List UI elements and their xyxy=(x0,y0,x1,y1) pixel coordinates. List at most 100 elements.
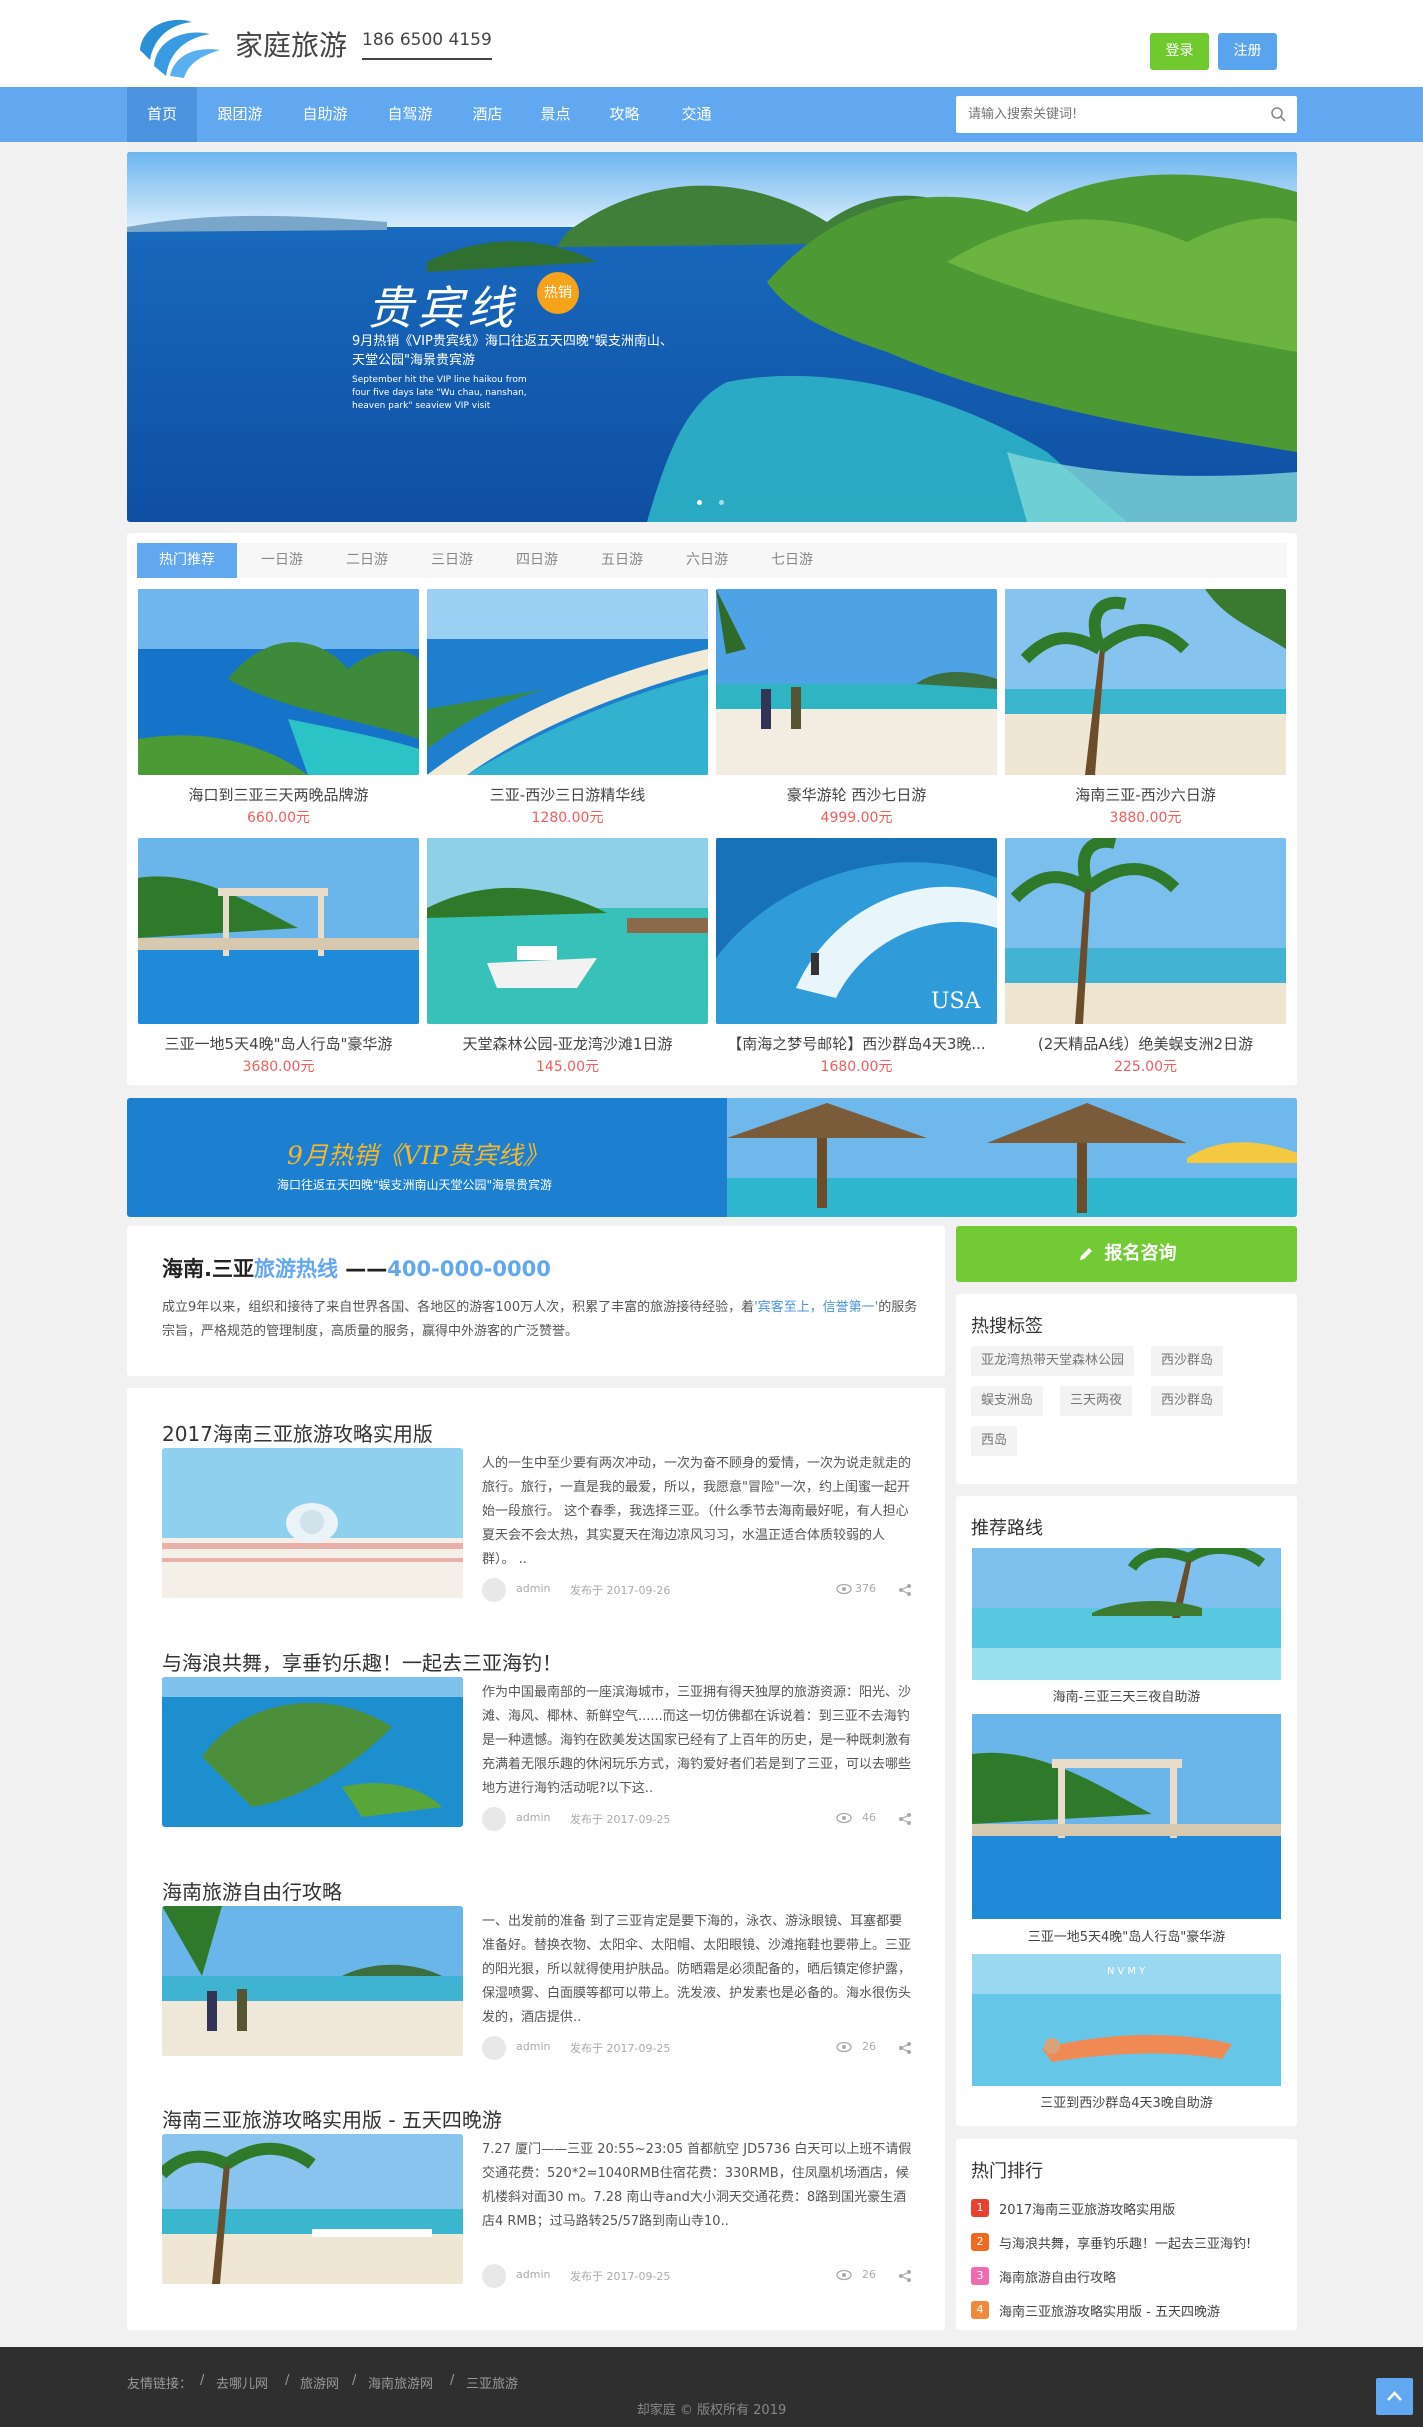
tab-seven-day[interactable]: 七日游 xyxy=(757,543,827,578)
ranking-item[interactable]: 1 2017海南三亚旅游攻略实用版 xyxy=(971,2197,1291,2219)
nav-item-scenic[interactable]: 景点 xyxy=(533,87,578,142)
friend-link[interactable]: 三亚旅游 xyxy=(466,2373,518,2392)
tab-bar: 热门推荐 一日游 二日游 三日游 四日游 五日游 六日游 七日游 xyxy=(137,543,1287,578)
ranking-item-title[interactable]: 海南旅游自由行攻略 xyxy=(999,2267,1116,2286)
product-price: 1280.00元 xyxy=(531,810,604,826)
hotline-text-a: 成立9年以来，组织和接待了来自世界各国、各地区的游客100万人次，积累了丰富的旅… xyxy=(162,1300,755,1315)
product-image xyxy=(427,838,708,1024)
product-card[interactable]: 豪华游轮 西沙七日游 4999.00元 xyxy=(716,589,997,827)
friend-link[interactable]: 海南旅游网 xyxy=(368,2373,433,2392)
tag-item[interactable]: 蜈支洲岛 xyxy=(971,1386,1044,1416)
tab-two-day[interactable]: 二日游 xyxy=(332,543,402,578)
article-title[interactable]: 2017海南三亚旅游攻略实用版 xyxy=(162,1418,433,1447)
search-input[interactable] xyxy=(968,96,1258,133)
friend-link[interactable]: 旅游网 xyxy=(300,2373,339,2392)
tab-one-day[interactable]: 一日游 xyxy=(247,543,317,578)
friend-link[interactable]: 去哪儿网 xyxy=(216,2373,268,2392)
nav-item-self-tour[interactable]: 自助游 xyxy=(295,87,355,142)
tag-item[interactable]: 亚龙湾热带天堂森林公园 xyxy=(971,1346,1135,1376)
ranking-item[interactable]: 4 海南三亚旅游攻略实用版 - 五天四晚游 xyxy=(971,2299,1291,2321)
tab-three-day[interactable]: 三日游 xyxy=(417,543,487,578)
article-image[interactable] xyxy=(162,1448,463,1598)
ranking-item[interactable]: 2 与海浪共舞，享垂钓乐趣！一起去三亚海钓! xyxy=(971,2231,1291,2253)
product-image: USA xyxy=(716,838,997,1024)
recommended-item[interactable]: 三亚一地5天4晚"岛人行岛"豪华游 xyxy=(972,1714,1281,1954)
article-title[interactable]: 海南三亚旅游攻略实用版 - 五天四晚游 xyxy=(162,2104,502,2133)
product-card[interactable]: 海南三亚-西沙六日游 3880.00元 xyxy=(1005,589,1286,827)
tab-four-day[interactable]: 四日游 xyxy=(502,543,572,578)
hero-banner[interactable]: 贵宾线 热销 9月热销《VIP贵宾线》海口往返五天四晚"蜈支洲南山、天堂公园"海… xyxy=(127,152,1297,522)
recommended-item[interactable]: 海南-三亚三天三夜自助游 xyxy=(972,1543,1281,1708)
tab-six-day[interactable]: 六日游 xyxy=(672,543,742,578)
hotline-name: 海南.三亚 xyxy=(162,1257,254,1281)
tag-item[interactable]: 西沙群岛 xyxy=(1151,1386,1224,1416)
hotline-text-motto: '宾客至上，信誉第一' xyxy=(754,1300,879,1315)
vip-banner[interactable]: 9月热销《VIP贵宾线》 海口往返五天四晚"蜈支洲南山天堂公园"海景贵宾游 xyxy=(127,1098,1297,1217)
nav-item-home[interactable]: 首页 xyxy=(127,87,197,142)
tag-item[interactable]: 三天两夜 xyxy=(1060,1386,1133,1416)
tab-five-day[interactable]: 五日游 xyxy=(587,543,657,578)
article-title[interactable]: 海南旅游自由行攻略 xyxy=(162,1876,342,1905)
share-icon[interactable] xyxy=(898,2041,912,2055)
product-card[interactable]: 天堂森林公园-亚龙湾沙滩1日游 145.00元 xyxy=(427,838,708,1076)
share-icon[interactable] xyxy=(898,1812,912,1826)
product-card[interactable]: 三亚一地5天4晚"岛人行岛"豪华游 3680.00元 xyxy=(138,838,419,1076)
article-author[interactable]: admin xyxy=(516,1811,550,1824)
share-icon[interactable] xyxy=(898,1583,912,1597)
tag-item[interactable]: 西岛 xyxy=(971,1426,1018,1456)
article-item: 海南旅游自由行攻略 一、出发前的准备 到了三亚肯定是要下海的，泳衣、游泳眼镜、耳… xyxy=(162,1876,912,2086)
article-views: 26 xyxy=(862,2040,876,2053)
consult-button[interactable]: 报名咨询 xyxy=(956,1226,1297,1282)
article-title[interactable]: 与海浪共舞，享垂钓乐趣！一起去三亚海钓！ xyxy=(162,1647,562,1676)
carousel-dot[interactable] xyxy=(719,500,724,505)
article-author[interactable]: admin xyxy=(516,2040,550,2053)
nav-item-drive-tour[interactable]: 自驾游 xyxy=(380,87,440,142)
product-card[interactable]: (2天精品A线）绝美蜈支洲2日游 225.00元 xyxy=(1005,838,1286,1076)
product-title[interactable]: 三亚-西沙三日游精华线 xyxy=(427,784,708,805)
article-image[interactable] xyxy=(162,2134,463,2284)
product-title[interactable]: 【南海之梦号邮轮】西沙群岛4天3晚... xyxy=(716,1033,997,1054)
hotline-heading: 海南.三亚旅游热线 ——400-000-0000 xyxy=(162,1253,551,1283)
search-icon[interactable] xyxy=(1270,106,1287,123)
share-icon[interactable] xyxy=(898,2269,912,2283)
product-title[interactable]: 三亚一地5天4晚"岛人行岛"豪华游 xyxy=(138,1033,419,1054)
article-image[interactable] xyxy=(162,1906,463,2056)
carousel-dot[interactable] xyxy=(697,500,702,505)
nav-item-guide[interactable]: 攻略 xyxy=(602,87,647,142)
product-title[interactable]: 天堂森林公园-亚龙湾沙滩1日游 xyxy=(427,1033,708,1054)
product-title[interactable]: 海南三亚-西沙六日游 xyxy=(1005,784,1286,805)
product-card[interactable]: 三亚-西沙三日游精华线 1280.00元 xyxy=(427,589,708,827)
recommended-item[interactable]: NVMY 三亚到西沙群岛4天3晚自助游 xyxy=(972,1954,1281,2114)
ranking-item[interactable]: 3 海南旅游自由行攻略 xyxy=(971,2265,1291,2287)
product-title[interactable]: (2天精品A线）绝美蜈支洲2日游 xyxy=(1005,1033,1286,1054)
product-title[interactable]: 豪华游轮 西沙七日游 xyxy=(716,784,997,805)
login-button[interactable]: 登录 xyxy=(1150,33,1209,70)
product-card[interactable]: 海口到三亚三天两晚品牌游 660.00元 xyxy=(138,589,419,827)
product-title[interactable]: 海口到三亚三天两晚品牌游 xyxy=(138,784,419,805)
recommended-item-title[interactable]: 三亚到西沙群岛4天3晚自助游 xyxy=(972,2092,1281,2111)
product-card[interactable]: USA 【南海之梦号邮轮】西沙群岛4天3晚... 1680.00元 xyxy=(716,838,997,1076)
hotline-text: 成立9年以来，组织和接待了来自世界各国、各地区的游客100万人次，积累了丰富的旅… xyxy=(162,1296,922,1344)
article-meta: admin 发布于 2017-09-26 376 xyxy=(482,1578,912,1602)
recommended-item-title[interactable]: 三亚一地5天4晚"岛人行岛"豪华游 xyxy=(972,1926,1281,1945)
nav-item-hotel[interactable]: 酒店 xyxy=(465,87,510,142)
nav-item-group-tour[interactable]: 跟团游 xyxy=(210,87,270,142)
article-image[interactable] xyxy=(162,1677,463,1827)
tab-hot[interactable]: 热门推荐 xyxy=(137,543,237,578)
article-author[interactable]: admin xyxy=(516,1582,550,1595)
banner-subtitle: 9月热销《VIP贵宾线》海口往返五天四晚"蜈支洲南山、天堂公园"海景贵宾游 xyxy=(352,334,673,368)
article-author[interactable]: admin xyxy=(516,2268,550,2281)
logo-icon[interactable] xyxy=(132,10,222,78)
ranking-item-title[interactable]: 与海浪共舞，享垂钓乐趣！一起去三亚海钓! xyxy=(999,2233,1251,2252)
ranking-item-title[interactable]: 海南三亚旅游攻略实用版 - 五天四晚游 xyxy=(999,2301,1220,2320)
nav-item-traffic[interactable]: 交通 xyxy=(674,87,719,142)
eye-icon xyxy=(836,1812,852,1824)
recommended-item-title[interactable]: 海南-三亚三天三夜自助游 xyxy=(972,1686,1281,1705)
hotline-number[interactable]: 400-000-0000 xyxy=(387,1257,551,1281)
back-to-top-button[interactable] xyxy=(1376,2378,1413,2415)
tag-item[interactable]: 西沙群岛 xyxy=(1151,1346,1224,1376)
register-button[interactable]: 注册 xyxy=(1218,33,1277,70)
ranking-item-title[interactable]: 2017海南三亚旅游攻略实用版 xyxy=(999,2199,1175,2218)
eye-icon xyxy=(836,1583,852,1595)
vip-subtitle: 海口往返五天四晚"蜈支洲南山天堂公园"海景贵宾游 xyxy=(277,1178,553,1192)
